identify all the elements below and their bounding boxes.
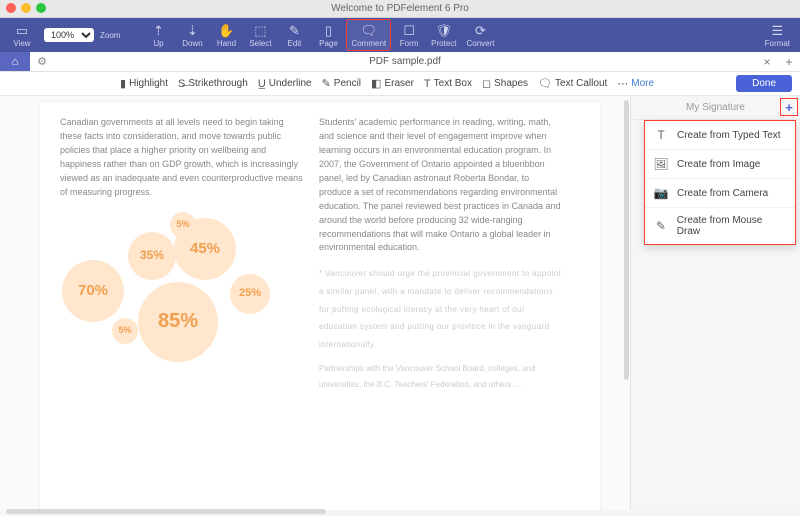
typed-text-icon: T <box>653 128 669 142</box>
convert-icon: ⟳ <box>475 23 486 38</box>
new-tab-button[interactable]: + <box>778 55 800 69</box>
hand-icon: ✋ <box>218 23 234 38</box>
page-icon: ▯ <box>325 23 332 38</box>
plus-icon: + <box>785 100 793 115</box>
settings-button[interactable]: ⚙ <box>30 55 54 68</box>
add-signature-button[interactable]: + <box>780 98 798 116</box>
select-icon: ⬚ <box>254 23 266 38</box>
camera-icon: 📷 <box>653 186 669 200</box>
pdf-page: Canadian governments at all levels need … <box>40 102 600 510</box>
home-icon: ⌂ <box>12 56 19 68</box>
shapes-icon: ◻ <box>482 77 491 90</box>
eraser-tool[interactable]: ◧Eraser <box>371 77 414 90</box>
shapes-tool[interactable]: ◻Shapes <box>482 77 528 90</box>
strikethrough-tool[interactable]: S̶Strikethrough <box>178 78 248 90</box>
horizontal-scrollbar[interactable] <box>6 509 326 514</box>
signature-panel-header: My Signature + <box>631 96 800 120</box>
window-title: Welcome to PDFelement 6 Pro <box>331 3 469 14</box>
text-callout-tool[interactable]: 🗨Text Callout <box>538 77 607 90</box>
body-text-left: Canadian governments at all levels need … <box>60 116 305 200</box>
down-icon: ⇣ <box>187 23 198 38</box>
up-button[interactable]: ⇡Up <box>142 19 174 51</box>
form-icon: ☐ <box>403 23 415 38</box>
zoom-window[interactable] <box>36 3 46 13</box>
body-text-right: Students' academic performance in readin… <box>319 116 564 255</box>
highlight-tool[interactable]: ▮Highlight <box>120 77 168 90</box>
format-button[interactable]: ☰Format <box>761 19 794 51</box>
protect-icon: 🛡 <box>436 23 453 38</box>
convert-button[interactable]: ⟳Convert <box>462 19 498 51</box>
zoom-select[interactable]: 100% <box>44 28 94 42</box>
bubble-5a: 5% <box>112 318 138 344</box>
bubble-chart: 70% 35% 45% 85% 25% 5% 5% <box>60 212 305 372</box>
bubble-5b: 5% <box>170 212 196 238</box>
protect-button[interactable]: 🛡Protect <box>427 19 460 51</box>
create-from-typed-text[interactable]: TCreate from Typed Text <box>645 121 795 150</box>
more-tools[interactable]: ⋯More <box>617 77 654 90</box>
bubble-35: 35% <box>128 232 176 280</box>
vertical-scrollbar[interactable] <box>624 100 629 380</box>
select-button[interactable]: ⬚Select <box>244 19 276 51</box>
down-button[interactable]: ⇣Down <box>176 19 208 51</box>
close-tab-button[interactable]: × <box>756 55 778 69</box>
view-icon: ▭ <box>16 23 28 38</box>
strike-icon: S̶ <box>178 78 185 90</box>
signature-create-menu: TCreate from Typed Text 🖼Create from Ima… <box>644 120 796 245</box>
comment-icon: 🗨 <box>361 23 378 38</box>
image-icon: 🖼 <box>653 157 669 171</box>
view-button[interactable]: ▭View <box>6 19 38 51</box>
file-name: PDF sample.pdf <box>54 56 756 67</box>
eraser-icon: ◧ <box>371 77 381 90</box>
pencil-icon: ✎ <box>322 77 331 90</box>
bubble-85: 85% <box>138 282 218 362</box>
body-text-fade1: * Vancouver should urge the provincial g… <box>319 265 564 353</box>
form-button[interactable]: ☐Form <box>393 19 425 51</box>
pencil-tool[interactable]: ✎Pencil <box>322 77 361 90</box>
titlebar: Welcome to PDFelement 6 Pro <box>0 0 800 18</box>
edit-button[interactable]: ✎Edit <box>278 19 310 51</box>
more-icon: ⋯ <box>617 77 628 90</box>
format-icon: ☰ <box>772 23 784 38</box>
gear-icon: ⚙ <box>37 55 47 68</box>
comment-button[interactable]: 🗨Comment <box>346 19 391 51</box>
textbox-icon: T <box>424 78 431 90</box>
create-from-mouse-draw[interactable]: ✎Create from Mouse Draw <box>645 208 795 244</box>
bubble-25: 25% <box>230 274 270 314</box>
edit-icon: ✎ <box>289 23 300 38</box>
home-button[interactable]: ⌂ <box>0 52 30 71</box>
close-icon: × <box>763 55 770 69</box>
underline-tool[interactable]: U̲Underline <box>258 78 312 90</box>
callout-icon: 🗨 <box>538 77 552 90</box>
page-button[interactable]: ▯Page <box>312 19 344 51</box>
textbox-tool[interactable]: TText Box <box>424 78 472 90</box>
window-controls <box>6 3 46 13</box>
draw-icon: ✎ <box>653 219 669 233</box>
zoom-label: Zoom <box>96 19 124 51</box>
plus-icon: + <box>785 55 792 69</box>
create-from-camera[interactable]: 📷Create from Camera <box>645 179 795 208</box>
minimize-window[interactable] <box>21 3 31 13</box>
body-text-fade2: Partnerships with the Vancouver School B… <box>319 361 564 393</box>
main-toolbar: ▭View 100% Zoom ⇡Up ⇣Down ✋Hand ⬚Select … <box>0 18 800 52</box>
create-from-image[interactable]: 🖼Create from Image <box>645 150 795 179</box>
bubble-70: 70% <box>62 260 124 322</box>
highlight-icon: ▮ <box>120 77 126 90</box>
hand-button[interactable]: ✋Hand <box>210 19 242 51</box>
document-viewport[interactable]: Canadian governments at all levels need … <box>0 96 630 510</box>
underline-icon: U̲ <box>258 78 266 90</box>
done-button[interactable]: Done <box>736 75 792 92</box>
up-icon: ⇡ <box>153 23 164 38</box>
file-bar: ⌂ ⚙ PDF sample.pdf × + <box>0 52 800 72</box>
comment-toolbar: ▮Highlight S̶Strikethrough U̲Underline ✎… <box>0 72 800 96</box>
close-window[interactable] <box>6 3 16 13</box>
